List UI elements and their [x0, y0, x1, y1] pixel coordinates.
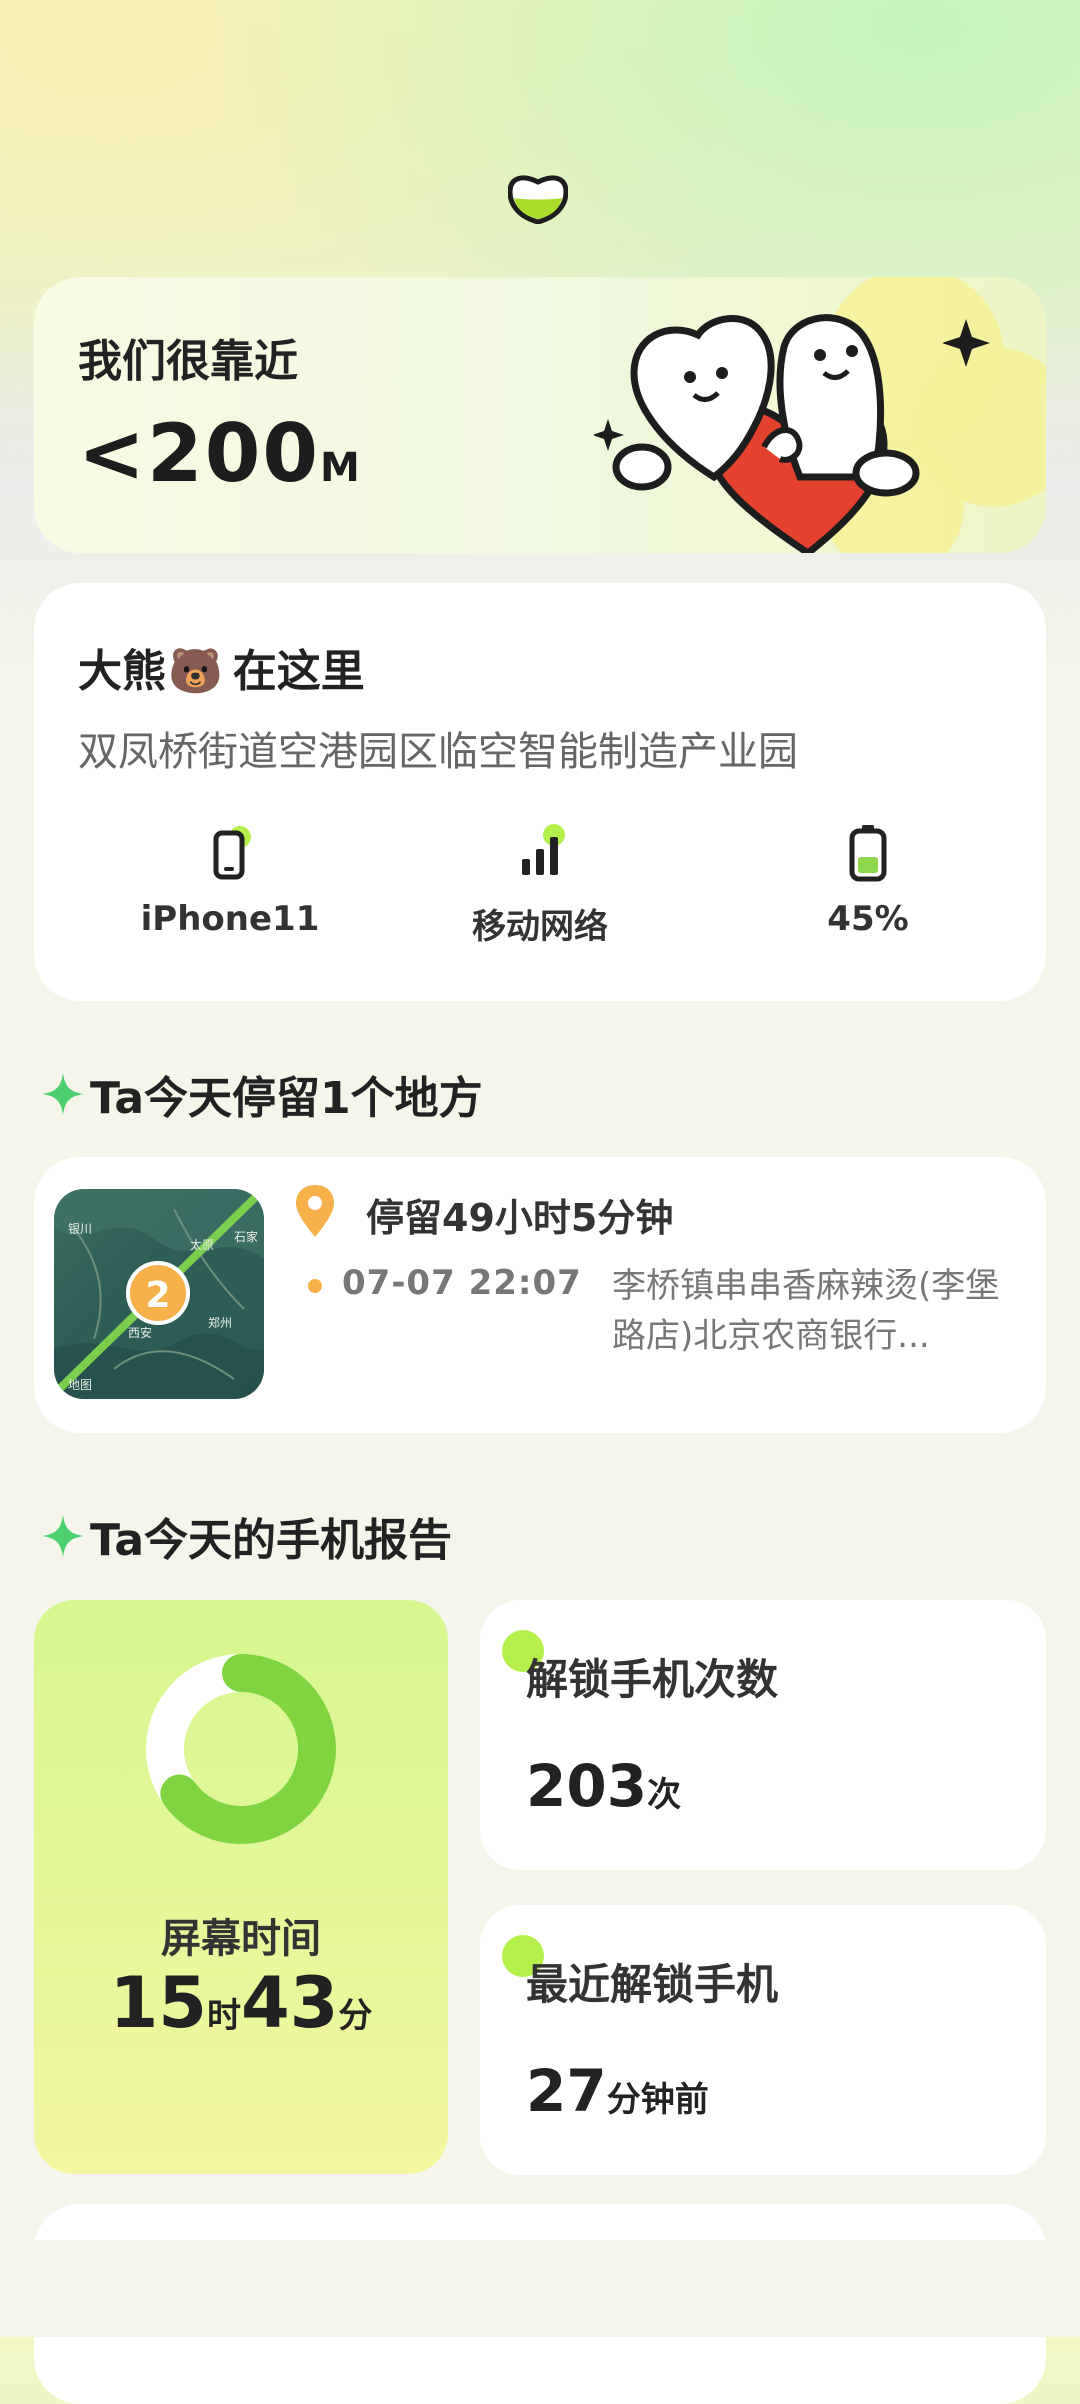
distance-value: <200M [78, 407, 360, 500]
svg-text:银川: 银川 [68, 1222, 92, 1236]
stays-heading: Ta今天停留1个地方 [40, 1062, 483, 1126]
phone-icon [200, 823, 260, 883]
unlock-count-card[interactable]: 解锁手机次数 203次 [480, 1600, 1046, 1870]
distance-title: 我们很靠近 [78, 336, 298, 387]
screen-time-label: 屏幕时间 [161, 1916, 321, 1962]
svg-text:郑州: 郑州 [208, 1315, 232, 1330]
screen-time-card[interactable]: 屏幕时间 15时43分 [34, 1600, 448, 2174]
battery-percent: 45% [827, 899, 909, 939]
unlock-count-title: 解锁手机次数 [526, 1655, 779, 1704]
bear-emoji: 🐻 [168, 646, 223, 697]
stay-duration: 停留49小时5分钟 [366, 1196, 674, 1240]
timeline-dot [308, 1279, 322, 1293]
report-heading: Ta今天的手机报告 [40, 1504, 452, 1568]
device-model: iPhone11 [140, 899, 320, 939]
recent-unlock-card[interactable]: 最近解锁手机 27分钟前 [480, 1905, 1046, 2175]
stay-place: 李桥镇串串香麻辣烫(李堡路店)北京农商银行... [612, 1266, 1000, 1356]
partner-location-title: 大熊🐻 在这里 [78, 646, 365, 697]
map-stay-count: 2 [145, 1275, 170, 1316]
distance-card[interactable]: 我们很靠近 <200M [34, 277, 1046, 553]
location-pin-icon [296, 1185, 334, 1237]
svg-text:石家: 石家 [234, 1229, 258, 1244]
sparkle-icon [42, 1073, 84, 1115]
battery-stat: 45% [718, 823, 1018, 939]
location-card[interactable]: 大熊🐻在这里 双凤桥街道空港园区临空智能制造产业园 iPhone11 移动网络 [34, 583, 1046, 1001]
stay-map-thumbnail[interactable]: 2 银川 太原 石家 西安 郑州 地图 [54, 1189, 264, 1399]
network-type: 移动网络 [472, 907, 608, 947]
screen-time-value: 15时43分 [109, 1962, 373, 2044]
screen-time-ring [146, 1654, 336, 1844]
recent-unlock-title: 最近解锁手机 [526, 1960, 779, 2009]
bottom-fade [0, 2240, 1080, 2337]
location-address: 双凤桥街道空港园区临空智能制造产业园 [78, 729, 798, 775]
svg-text:西安: 西安 [128, 1325, 152, 1340]
svg-text:太原: 太原 [190, 1237, 214, 1252]
device-stat: iPhone11 [80, 823, 380, 939]
recent-unlock-value: 27分钟前 [526, 2057, 709, 2125]
stay-arrival-time: 07-07 22:07 [342, 1263, 582, 1303]
stay-card[interactable]: 2 银川 太原 石家 西安 郑州 地图 停留49小时5分钟 07-07 22:0… [34, 1157, 1046, 1433]
signal-icon [510, 823, 570, 883]
app-logo-icon [508, 175, 568, 224]
battery-icon [838, 823, 898, 883]
network-stat: 移动网络 [390, 823, 690, 948]
svg-text:地图: 地图 [68, 1378, 92, 1392]
sparkle-icon [42, 1515, 84, 1557]
couple-illustration [594, 277, 1046, 553]
unlock-count-value: 203次 [526, 1752, 682, 1820]
